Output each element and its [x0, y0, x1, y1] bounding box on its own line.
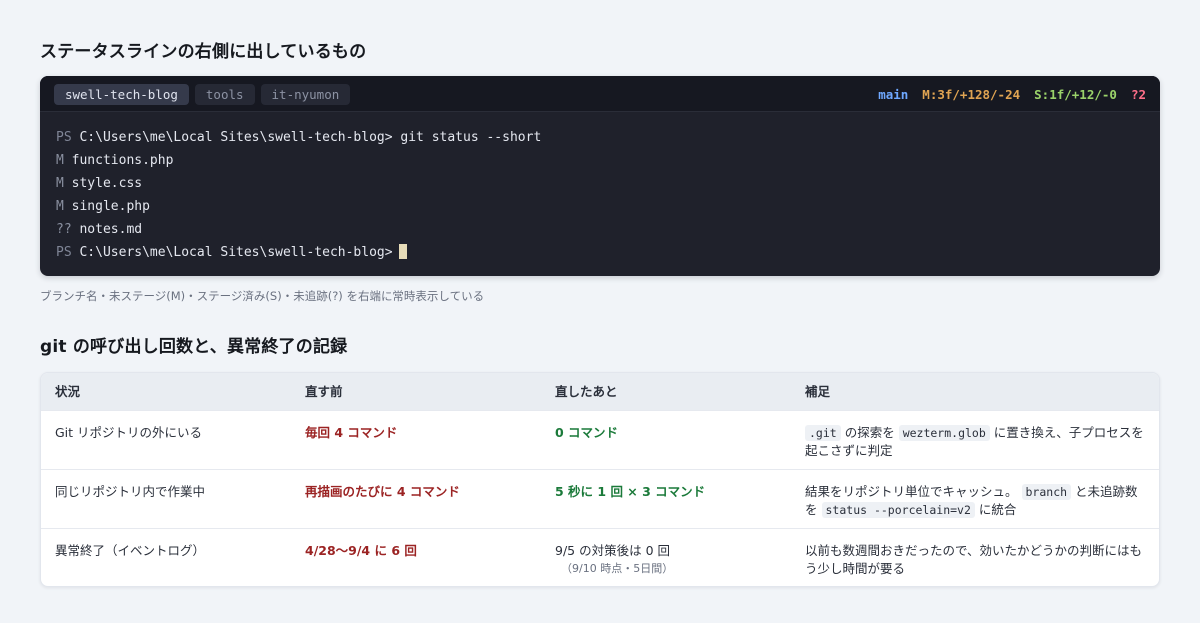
- terminal-line: ?? notes.md: [56, 218, 1144, 241]
- prompt-path: C:\Users\me\Local Sites\swell-tech-blog>: [79, 245, 393, 260]
- cell-after: 0 コマンド: [555, 425, 619, 440]
- terminal-line: PS C:\Users\me\Local Sites\swell-tech-bl…: [56, 241, 1144, 264]
- tab-swell-tech-blog[interactable]: swell-tech-blog: [54, 84, 189, 105]
- file-status-flag: ??: [56, 222, 72, 237]
- note-text: 結果をリポジトリ単位でキャッシュ。: [805, 484, 1018, 499]
- prompt-ps: PS: [56, 245, 72, 260]
- note-text: に統合: [978, 502, 1017, 517]
- terminal-output: PS C:\Users\me\Local Sites\swell-tech-bl…: [56, 126, 1144, 264]
- after-value: 9/5 の対策後は 0 回: [555, 543, 670, 558]
- cell-before: 4/28〜9/4 に 6 回: [305, 543, 417, 558]
- terminal-tabs: swell-tech-blog tools it-nyumon: [54, 84, 351, 105]
- cell-situation: Git リポジトリの外にいる: [55, 425, 203, 440]
- file-status-flag: M: [56, 153, 64, 168]
- cell-before: 再描画のたびに 4 コマンド: [305, 484, 460, 499]
- cell-note: 以前も数週間おきだったので、効いたかどうかの判断にはもう少し時間が要る: [805, 543, 1143, 576]
- git-status-line: main M:3f/+128/-24 S:1f/+12/-0 ?2: [878, 84, 1146, 105]
- status-untracked: ?2: [1130, 87, 1146, 102]
- cell-situation: 同じリポジトリ内で作業中: [55, 484, 206, 499]
- cell-after: 5 秒に 1 回 × 3 コマンド: [555, 484, 706, 499]
- prompt-ps: PS: [56, 130, 72, 145]
- table-header: 補足: [805, 384, 831, 399]
- table-row: 同じリポジトリ内で作業中 再描画のたびに 4 コマンド 5 秒に 1 回 × 3…: [41, 470, 1159, 529]
- terminal-line: M functions.php: [56, 149, 1144, 172]
- cell-situation: 異常終了（イベントログ）: [55, 543, 206, 558]
- table-header: 直したあと: [555, 384, 618, 399]
- command-text: git status --short: [400, 130, 542, 145]
- after-subnote: （9/10 時点・5日間）: [561, 562, 674, 575]
- tab-it-nyumon[interactable]: it-nyumon: [260, 84, 351, 105]
- cell-note: .git の探索を wezterm.glob に置き換え、子プロセスを起こさずに…: [805, 424, 1145, 460]
- terminal-window[interactable]: swell-tech-blog tools it-nyumon main M:3…: [40, 76, 1160, 276]
- table-header-row: 状況 直す前 直したあと 補足: [41, 373, 1159, 411]
- terminal-line: M style.css: [56, 172, 1144, 195]
- inline-code: .git: [805, 425, 841, 441]
- terminal-tab-bar: swell-tech-blog tools it-nyumon main M:3…: [40, 76, 1160, 112]
- text-cursor: [398, 244, 407, 259]
- table-header: 直す前: [305, 384, 343, 399]
- file-name: functions.php: [71, 153, 174, 168]
- status-staged: S:1f/+12/-0: [1034, 87, 1117, 102]
- file-name: notes.md: [79, 222, 143, 237]
- status-branch: main: [878, 87, 909, 102]
- tab-tools[interactable]: tools: [194, 84, 255, 105]
- prompt-path: C:\Users\me\Local Sites\swell-tech-blog>: [79, 130, 393, 145]
- terminal-line: PS C:\Users\me\Local Sites\swell-tech-bl…: [56, 126, 1144, 149]
- cell-note: 結果をリポジトリ単位でキャッシュ。 branch と未追跡数を status -…: [805, 483, 1145, 519]
- note-text: の探索を: [844, 425, 895, 440]
- inline-code: status --porcelain=v2: [821, 502, 975, 518]
- file-name: style.css: [71, 176, 143, 191]
- cell-after: 9/5 の対策後は 0 回 （9/10 時点・5日間）: [555, 542, 785, 578]
- file-status-flag: M: [56, 199, 64, 214]
- table-row: 異常終了（イベントログ） 4/28〜9/4 に 6 回 9/5 の対策後は 0 …: [41, 529, 1159, 586]
- terminal-caption: ブランチ名・未ステージ(M)・ステージ済み(S)・未追跡(?) を右端に常時表示…: [40, 289, 485, 303]
- file-status-flag: M: [56, 176, 64, 191]
- table-header: 状況: [55, 384, 81, 399]
- terminal-line: M single.php: [56, 195, 1144, 218]
- section-heading-statusline: ステータスラインの右側に出しているもの: [40, 42, 367, 62]
- file-name: single.php: [71, 199, 150, 214]
- section-heading-git-calls: git の呼び出し回数と、異常終了の記録: [40, 337, 348, 357]
- status-modified: M:3f/+128/-24: [922, 87, 1021, 102]
- inline-code: branch: [1021, 484, 1072, 500]
- table-row: Git リポジトリの外にいる 毎回 4 コマンド 0 コマンド .git の探索…: [41, 411, 1159, 470]
- comparison-table: 状況 直す前 直したあと 補足 Git リポジトリの外にいる 毎回 4 コマンド…: [40, 372, 1160, 587]
- cell-before: 毎回 4 コマンド: [305, 425, 398, 440]
- inline-code: wezterm.glob: [898, 425, 990, 441]
